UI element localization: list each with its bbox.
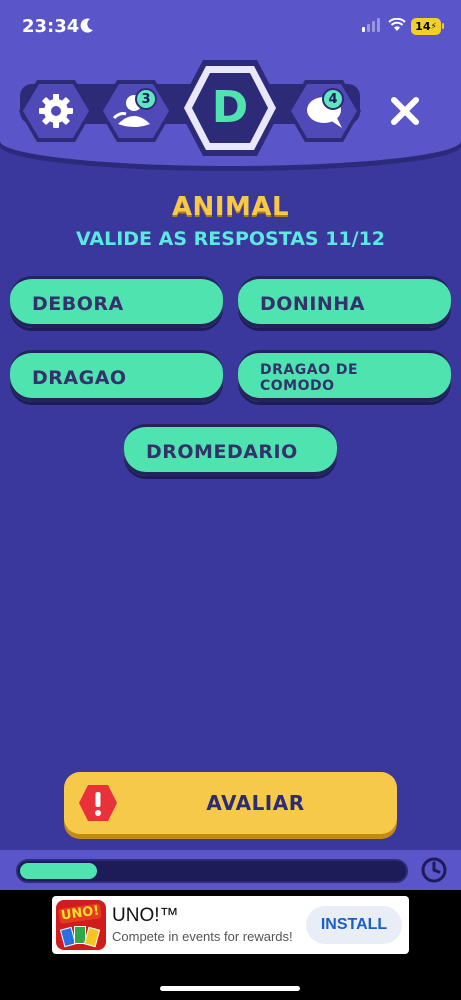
answer-card[interactable]: DRAGAO DE COMODO — [238, 350, 451, 402]
timer-progress-track — [16, 859, 408, 883]
close-icon — [391, 97, 419, 125]
players-count-badge: 3 — [135, 88, 157, 110]
clock-icon — [421, 857, 447, 883]
evaluate-button[interactable]: AVALIAR — [64, 772, 397, 834]
install-button[interactable]: INSTALL — [306, 906, 402, 944]
chat-count-badge: 4 — [322, 88, 344, 110]
answer-card[interactable]: DEBORA — [10, 276, 223, 328]
moon-icon — [80, 18, 93, 33]
validation-instruction: VALIDE AS RESPOSTAS 11/12 — [75, 228, 386, 250]
timer-bar — [0, 850, 461, 890]
gear-icon — [39, 94, 73, 128]
signal-icon — [362, 18, 380, 32]
answer-label: DROMEDARIO — [146, 440, 298, 463]
answer-label: DRAGAO — [32, 366, 127, 389]
answer-card[interactable]: DRAGAO — [10, 350, 223, 402]
answer-card[interactable]: DROMEDARIO — [124, 424, 337, 476]
round-letter: D — [211, 82, 249, 133]
ad-title: UNO!™ — [112, 905, 179, 926]
chat-button[interactable] — [286, 78, 362, 144]
status-bar: 23:34 14 ⚡ — [0, 0, 461, 54]
timer-progress-fill — [20, 863, 97, 879]
answer-label: DEBORA — [32, 292, 124, 315]
answer-label: DONINHA — [260, 292, 365, 315]
ad-subtitle: Compete in events for rewards! — [112, 929, 293, 944]
ad-banner[interactable]: UNO! UNO!™ Compete in events for rewards… — [52, 896, 409, 954]
answer-card[interactable]: DONINHA — [238, 276, 451, 328]
battery-indicator: 14 ⚡ — [411, 18, 444, 35]
players-button[interactable] — [98, 78, 174, 144]
status-time: 23:34 — [22, 16, 80, 37]
battery-level: 14 — [415, 20, 431, 33]
evaluate-button-label: AVALIAR — [206, 791, 305, 815]
settings-button[interactable] — [18, 78, 94, 144]
uno-app-logo: UNO! — [56, 900, 106, 950]
answer-label: DRAGAO DE COMODO — [260, 361, 359, 394]
home-indicator — [160, 986, 300, 991]
wifi-icon — [388, 18, 406, 31]
category-title: ANIMAL — [171, 192, 290, 222]
close-button[interactable] — [386, 92, 424, 130]
